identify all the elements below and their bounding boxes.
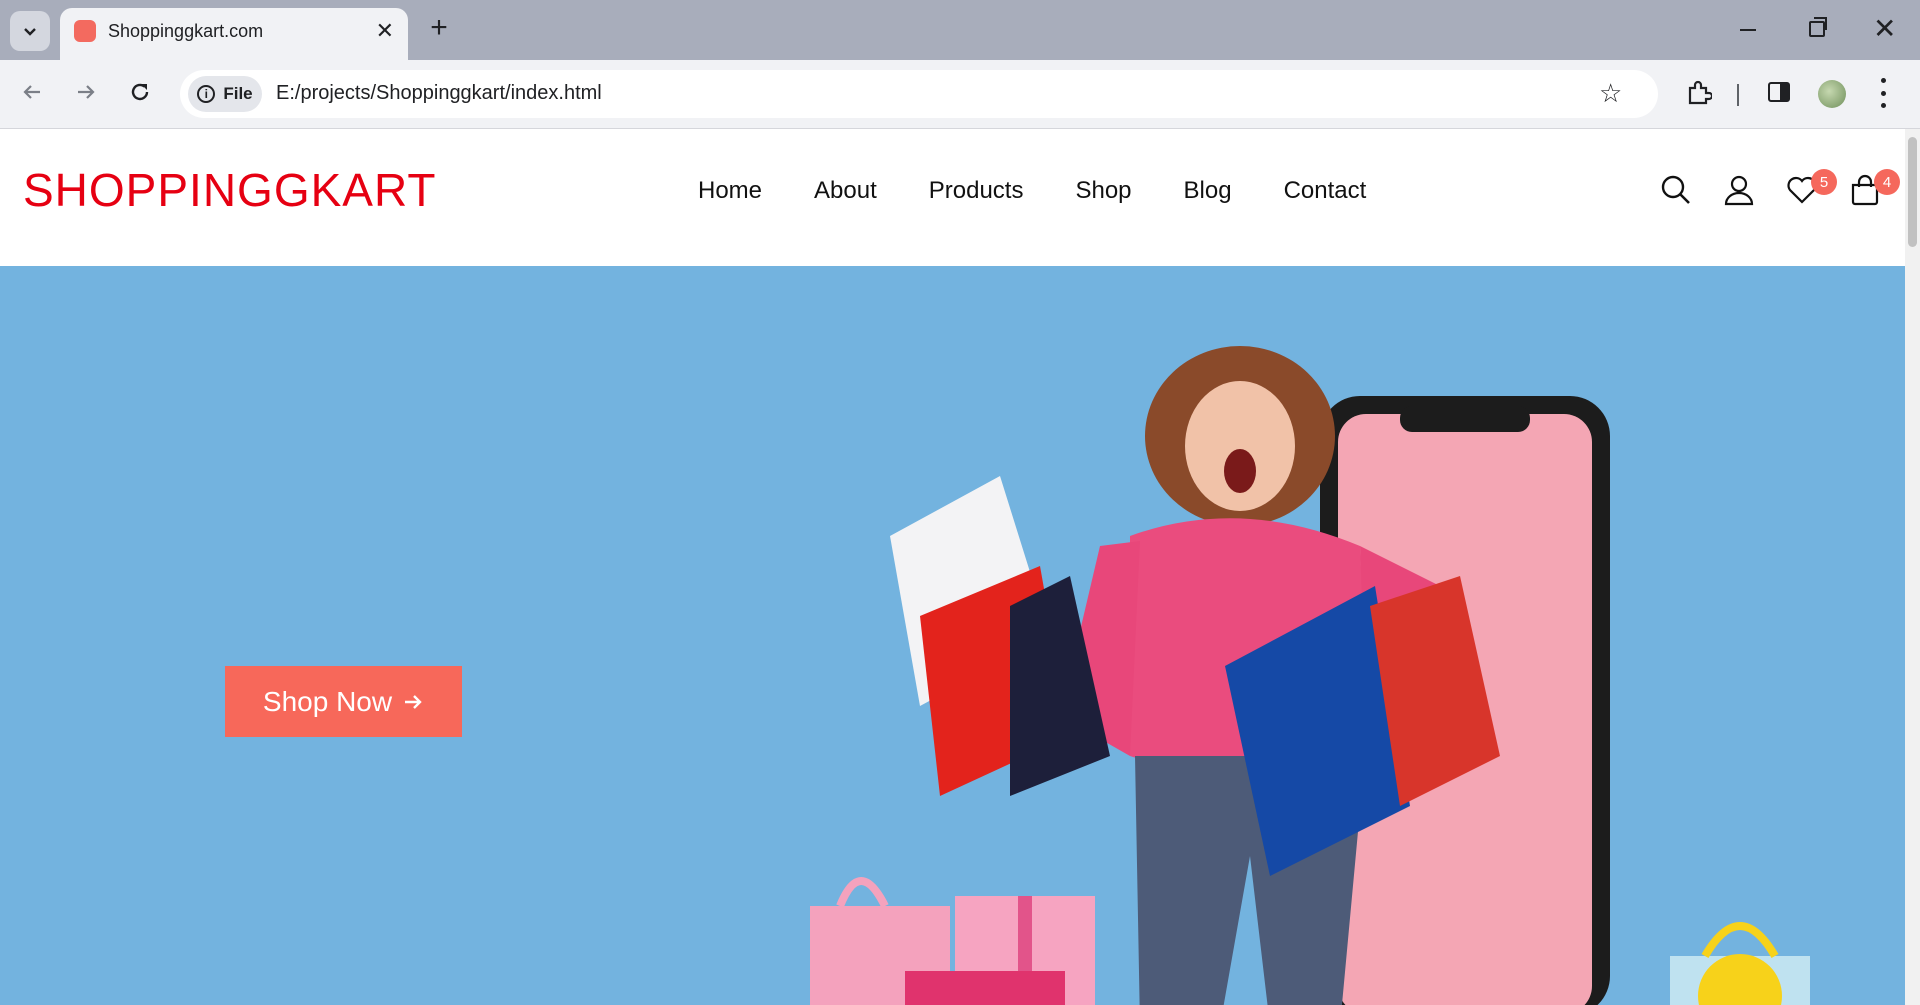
nav-about[interactable]: About: [814, 177, 877, 205]
user-icon[interactable]: [1723, 174, 1755, 206]
restore-window-icon[interactable]: [1809, 17, 1827, 37]
extensions-puzzle-icon[interactable]: [1686, 80, 1712, 106]
more-menu-icon[interactable]: [1880, 78, 1886, 108]
nav-shop[interactable]: Shop: [1075, 177, 1131, 205]
address-bar[interactable]: i File E:/projects/Shoppinggkart/index.h…: [180, 70, 1658, 118]
magenta-gift-box: [905, 971, 1065, 1005]
browser-tab[interactable]: Shoppinggkart.com ✕: [60, 8, 408, 60]
shop-now-label: Shop Now: [262, 685, 393, 717]
hero-banner: Shop Now: [0, 266, 1905, 1005]
main-navigation: Home About Products Shop Blog Contact: [698, 177, 1366, 205]
tab-title: Shoppinggkart.com: [108, 21, 264, 41]
forward-arrow-icon[interactable]: [68, 74, 104, 110]
tab-search-button[interactable]: [10, 11, 50, 51]
shopping-bag-favicon-icon: [74, 20, 96, 42]
close-window-icon[interactable]: ✕: [1873, 15, 1896, 43]
chevron-down-icon: [24, 28, 36, 36]
url-text[interactable]: E:/projects/Shoppinggkart/index.html: [276, 82, 602, 105]
info-icon: i: [197, 85, 216, 103]
side-panel-icon[interactable]: [1768, 82, 1790, 102]
scrollbar-thumb[interactable]: [1908, 137, 1917, 247]
browser-toolbar: i File E:/projects/Shoppinggkart/index.h…: [0, 60, 1920, 129]
nav-home[interactable]: Home: [698, 177, 762, 205]
wishlist-count-badge: 5: [1811, 169, 1837, 195]
back-arrow-icon[interactable]: [14, 74, 50, 110]
nav-products[interactable]: Products: [929, 177, 1024, 205]
page-scrollbar[interactable]: [1905, 129, 1920, 1005]
close-tab-icon[interactable]: ✕: [376, 19, 394, 43]
browser-tabstrip: Shoppinggkart.com ✕ + ✕: [0, 0, 1920, 60]
nav-blog[interactable]: Blog: [1184, 177, 1232, 205]
toolbar-divider: [1737, 84, 1739, 106]
shop-now-button[interactable]: Shop Now: [225, 666, 462, 737]
search-icon[interactable]: [1660, 174, 1692, 206]
arrow-right-icon: [405, 694, 422, 709]
cart-count-badge: 4: [1874, 169, 1900, 195]
minimize-window-icon[interactable]: [1740, 29, 1756, 31]
site-logo[interactable]: SHOPPINGGKART: [23, 163, 436, 217]
profile-avatar[interactable]: [1818, 80, 1846, 108]
site-header: SHOPPINGGKART Home About Products Shop B…: [0, 129, 1905, 266]
site-info-chip[interactable]: i File: [188, 76, 262, 112]
hero-shopping-illustration: [810, 346, 1810, 1005]
new-tab-plus-icon[interactable]: +: [424, 13, 454, 45]
nav-contact[interactable]: Contact: [1284, 177, 1367, 205]
file-label: File: [223, 84, 253, 103]
reload-icon[interactable]: [122, 74, 158, 110]
bookmark-star-icon[interactable]: ☆: [1599, 78, 1622, 108]
